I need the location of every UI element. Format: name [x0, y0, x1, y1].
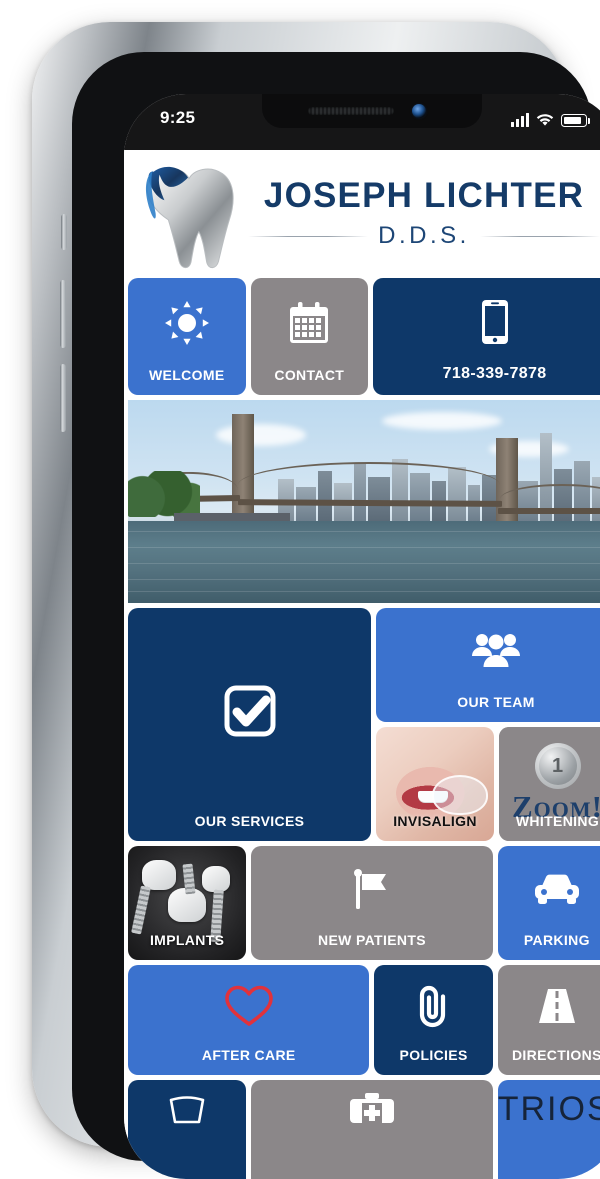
road-icon: [535, 965, 579, 1048]
tile-welcome[interactable]: WELCOME: [128, 278, 246, 395]
tile-directions[interactable]: DIRECTIONS: [497, 965, 600, 1075]
tile-our-team[interactable]: OUR TEAM: [376, 608, 600, 722]
tile-row-4: AFTER CARE POLICIES DIRECTIONS: [128, 965, 600, 1075]
tile-label: WHITENING: [515, 812, 600, 829]
paperclip-icon: [414, 965, 454, 1048]
tile-label: DIRECTIONS: [511, 1046, 600, 1063]
people-group-icon: [471, 608, 521, 695]
divider-left: [248, 235, 369, 237]
cellular-signal-icon: [511, 113, 529, 127]
divider-right: [479, 235, 600, 237]
zoom-medallion-icon: 1: [534, 743, 581, 789]
earpiece-speaker-icon: [308, 107, 394, 115]
trios-text: TRIOS: [497, 1090, 600, 1128]
brand-text-block: JOSEPH LICHTER D.D.S.: [248, 178, 600, 250]
crown-tooth-icon: [165, 1080, 209, 1178]
status-bar-clock: 9:25: [160, 108, 196, 127]
wifi-icon: [536, 114, 554, 126]
phone-screen: 9:25 JOSEPH LICHTER D.D.S. WELCOME CONTA…: [124, 94, 600, 1179]
tile-new-patients[interactable]: NEW PATIENTS: [251, 846, 493, 960]
tile-label: PARKING: [523, 931, 590, 948]
car-icon: [533, 846, 581, 933]
brand-header: JOSEPH LICHTER D.D.S.: [124, 150, 600, 278]
status-bar: 9:25: [124, 94, 600, 150]
tile-row-1: WELCOME CONTACT 718-339-7878: [128, 278, 600, 395]
phone-device-frame: 9:25 JOSEPH LICHTER D.D.S. WELCOME CONTA…: [32, 22, 600, 1179]
brand-credential: D.D.S.: [378, 222, 470, 249]
tile-label: NEW PATIENTS: [318, 931, 426, 948]
trios-wordmark: TRIOS®: [498, 1090, 600, 1129]
tile-trios[interactable]: TRIOS®: [497, 1080, 600, 1179]
tile-label: AFTER CARE: [201, 1046, 296, 1063]
checkbox-check-icon: [224, 608, 276, 814]
tile-invisalign[interactable]: INVISALIGN: [376, 727, 494, 841]
medical-bag-icon: [348, 1080, 396, 1178]
tile-implants[interactable]: IMPLANTS: [128, 846, 247, 960]
volume-up-button[interactable]: [60, 280, 66, 348]
tile-medical-bag[interactable]: [251, 1080, 493, 1179]
tile-label: POLICIES: [399, 1046, 468, 1063]
flag-icon: [353, 846, 391, 933]
clear-aligner-shape: [432, 775, 488, 815]
tooth-logo-icon: [145, 166, 234, 269]
brand-name: JOSEPH LICHTER: [263, 176, 585, 215]
sun-icon: [164, 278, 209, 368]
tile-row-2: OUR SERVICES OUR TEAM INVISALIGN 1 Zoom!…: [128, 608, 600, 841]
tile-crown[interactable]: [128, 1080, 247, 1179]
silent-switch-button[interactable]: [61, 214, 67, 250]
app-content: JOSEPH LICHTER D.D.S. WELCOME CONTACT 71…: [124, 150, 600, 1179]
volume-down-button[interactable]: [60, 364, 66, 432]
tile-label: OUR TEAM: [457, 693, 535, 710]
tile-label: OUR SERVICES: [194, 812, 305, 829]
notch: [262, 94, 482, 128]
tile-contact[interactable]: CONTACT: [250, 278, 369, 395]
tile-grid: WELCOME CONTACT 718-339-7878 OUR SERVICE…: [124, 278, 600, 1179]
tile-label: WELCOME: [148, 366, 225, 383]
tile-label: INVISALIGN: [393, 812, 477, 829]
tile-zoom-whitening[interactable]: 1 Zoom! WHITENING: [499, 727, 600, 841]
tile-after-care[interactable]: AFTER CARE: [128, 965, 370, 1075]
tile-policies[interactable]: POLICIES: [374, 965, 493, 1075]
tile-label: 718-339-7878: [442, 365, 547, 383]
tile-our-services[interactable]: OUR SERVICES: [128, 608, 371, 841]
calendar-icon: [289, 278, 329, 368]
brand-credential-row: D.D.S.: [248, 222, 600, 250]
front-camera-icon: [412, 104, 426, 118]
tile-row-5: TRIOS®: [128, 1080, 600, 1179]
heart-icon: [224, 965, 274, 1048]
tile-label: CONTACT: [274, 366, 345, 383]
brooklyn-bridge-skyline-photo: [128, 400, 600, 603]
phone-bezel: 9:25 JOSEPH LICHTER D.D.S. WELCOME CONTA…: [72, 52, 600, 1179]
tile-row-3: IMPLANTS NEW PATIENTS PARKING: [128, 846, 600, 960]
tile-parking[interactable]: PARKING: [497, 846, 600, 960]
status-bar-icons: [511, 109, 590, 127]
mobile-phone-icon: [481, 278, 509, 365]
battery-icon: [561, 114, 590, 127]
tile-phone-number[interactable]: 718-339-7878: [373, 278, 600, 395]
tile-label: IMPLANTS: [149, 931, 225, 948]
